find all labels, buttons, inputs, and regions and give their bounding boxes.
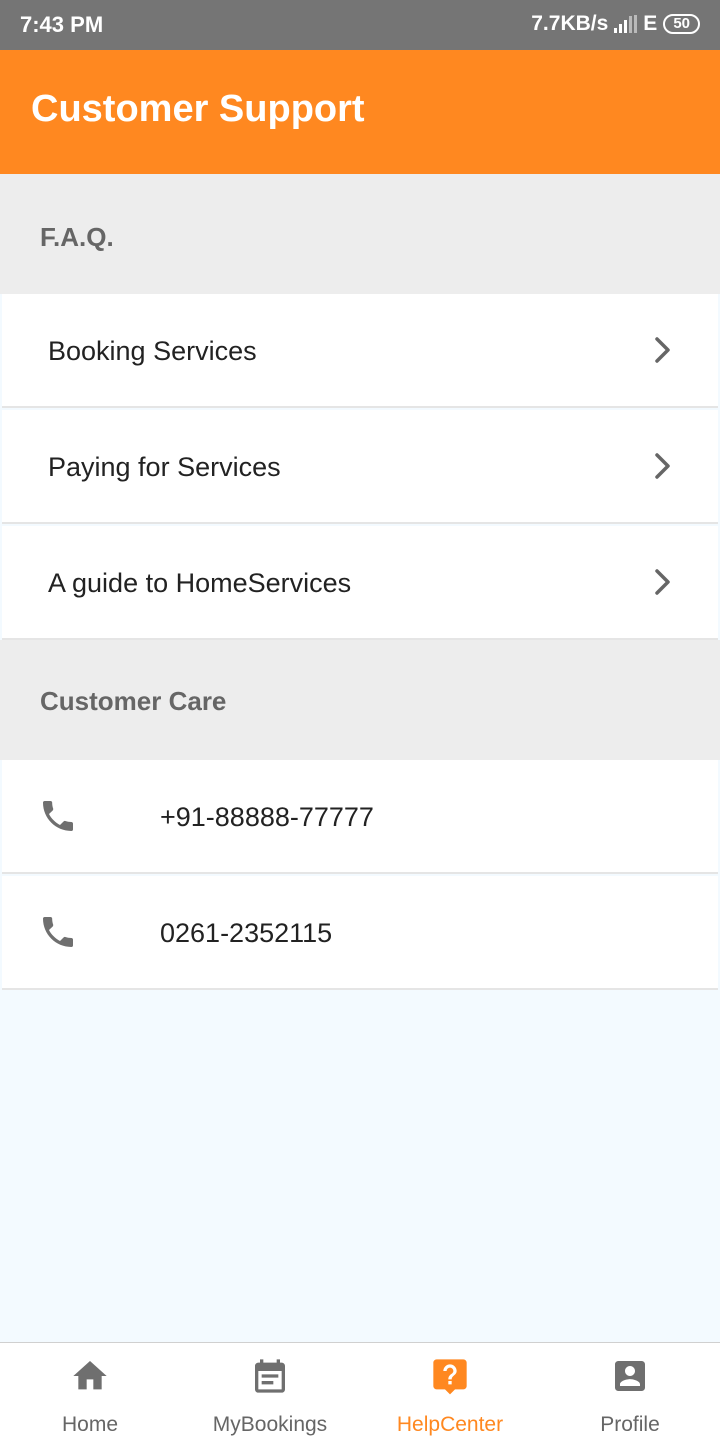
faq-item-paying-for-services[interactable]: Paying for Services bbox=[2, 410, 718, 524]
nav-item-profile[interactable]: Profile bbox=[540, 1343, 720, 1440]
bottom-nav: Home MyBookings HelpCenter Profile bbox=[0, 1342, 720, 1440]
nav-item-mybookings[interactable]: MyBookings bbox=[180, 1343, 360, 1440]
nav-item-home[interactable]: Home bbox=[0, 1343, 180, 1440]
network-speed: 7.7KB/s bbox=[531, 12, 609, 35]
network-type: E bbox=[643, 12, 658, 35]
nav-item-helpcenter[interactable]: HelpCenter bbox=[360, 1343, 540, 1440]
status-indicators: 7.7KB/s E 50 bbox=[531, 12, 700, 36]
signal-icon bbox=[614, 15, 638, 33]
faq-section-header: F.A.Q. bbox=[0, 174, 720, 294]
app-bar: Customer Support bbox=[0, 50, 720, 174]
status-bar: 7:43 PM 7.7KB/s E 50 bbox=[0, 0, 720, 50]
help-icon bbox=[433, 1359, 467, 1395]
faq-item-label: Paying for Services bbox=[48, 452, 281, 482]
nav-label: MyBookings bbox=[212, 1413, 328, 1436]
phone-icon bbox=[43, 801, 73, 831]
calendar-icon bbox=[255, 1359, 285, 1393]
customer-care-section-header: Customer Care bbox=[0, 640, 720, 760]
phone-row[interactable]: +91-88888-77777 bbox=[2, 760, 718, 874]
chevron-right-icon bbox=[655, 337, 670, 363]
chevron-right-icon bbox=[655, 453, 670, 479]
chevron-right-icon bbox=[655, 569, 670, 595]
home-icon bbox=[73, 1361, 107, 1390]
page-title: Customer Support bbox=[31, 88, 365, 130]
faq-item-booking-services[interactable]: Booking Services bbox=[2, 294, 718, 408]
faq-item-label: Booking Services bbox=[48, 336, 257, 366]
nav-label: HelpCenter bbox=[396, 1413, 504, 1436]
phone-row[interactable]: 0261-2352115 bbox=[2, 876, 718, 990]
phone-number: +91-88888-77777 bbox=[160, 802, 374, 832]
battery-icon: 50 bbox=[663, 14, 700, 34]
customer-care-header: Customer Care bbox=[40, 686, 227, 716]
profile-icon bbox=[615, 1361, 645, 1391]
faq-item-label: A guide to HomeServices bbox=[48, 568, 352, 598]
nav-label: Home bbox=[61, 1413, 119, 1436]
nav-label: Profile bbox=[600, 1413, 660, 1436]
phone-icon bbox=[43, 917, 73, 947]
faq-item-guide-to-homeservices[interactable]: A guide to HomeServices bbox=[2, 526, 718, 640]
phone-number: 0261-2352115 bbox=[160, 918, 333, 948]
status-time: 7:43 PM bbox=[20, 12, 104, 37]
faq-header: F.A.Q. bbox=[40, 222, 114, 252]
